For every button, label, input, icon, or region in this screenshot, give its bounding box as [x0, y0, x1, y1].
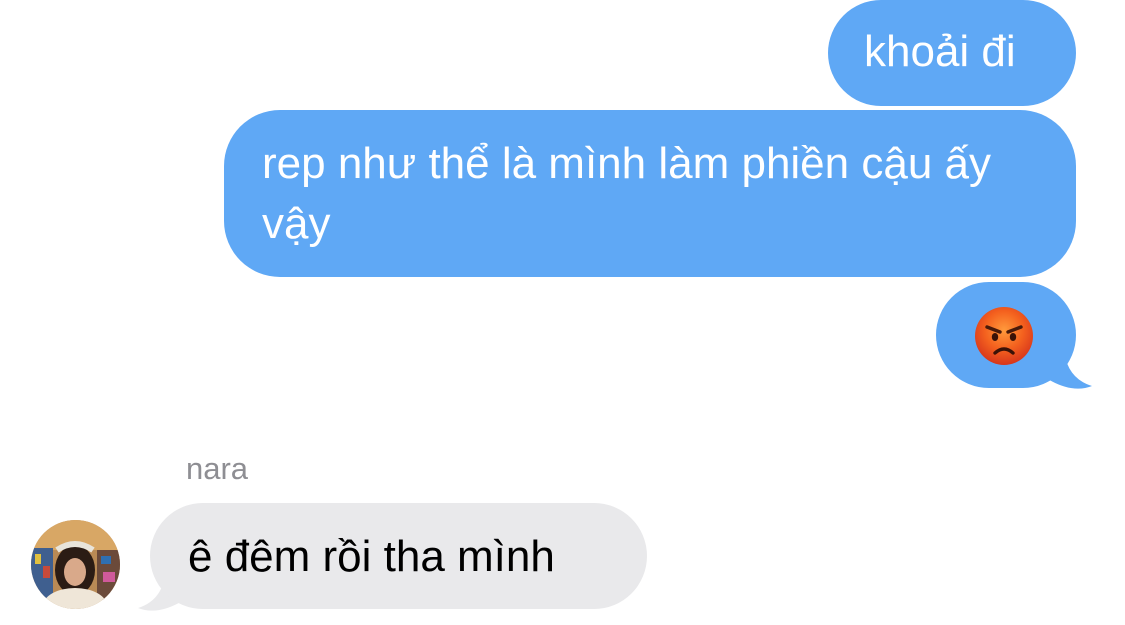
sent-message-bubble[interactable]: khoải đi: [828, 0, 1076, 106]
avatar[interactable]: [31, 520, 120, 609]
message-text: ê đêm rồi tha mình: [188, 532, 555, 581]
sent-message-bubble[interactable]: rep như thể là mình làm phiền cậu ấy vậy: [224, 110, 1076, 277]
pouting-face-emoji: [975, 307, 1033, 365]
contact-avatar-photo: [31, 520, 120, 609]
message-text: khoải đi: [864, 27, 1016, 76]
sent-emoji-bubble[interactable]: [936, 282, 1076, 388]
message-text: rep như thể là mình làm phiền cậu ấy vậy: [262, 139, 991, 248]
sender-name: nara: [186, 451, 249, 486]
received-message-bubble[interactable]: ê đêm rồi tha mình: [150, 503, 647, 609]
